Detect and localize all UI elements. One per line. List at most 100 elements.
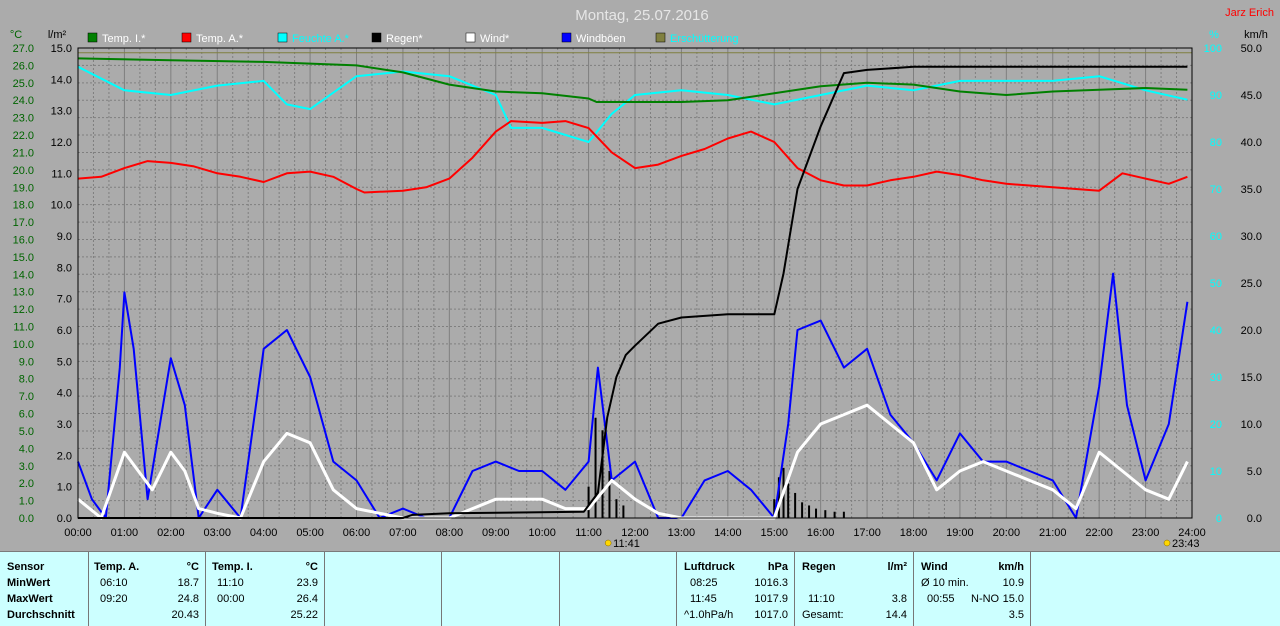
x-tick: 20:00 (993, 527, 1021, 539)
luftdruck-min-value: 1016.3 (754, 577, 788, 589)
x-tick: 01:00 (111, 527, 139, 539)
x-tick: 08:00 (436, 527, 464, 539)
rain-bar (615, 499, 618, 518)
y-tick-percent: 60 (1210, 231, 1222, 243)
y-tick-rain: 10.0 (51, 200, 72, 212)
y-tick-wind: 45.0 (1241, 90, 1262, 102)
regen-max-time: 11:10 (808, 593, 835, 605)
wind-max-time: 00:55 (927, 593, 955, 605)
y-tick-percent: 80 (1210, 137, 1222, 149)
y-tick-temp: 3.0 (19, 461, 34, 473)
x-tick: 11:00 (575, 527, 602, 539)
temp-a-unit: °C (186, 561, 199, 573)
temp-i-min-time: 11:10 (217, 577, 244, 589)
x-tick: 10:00 (528, 527, 556, 539)
legend-swatch (561, 32, 572, 43)
x-tick: 00:00 (64, 527, 92, 539)
temp-i-max-value: 26.4 (296, 593, 318, 605)
sensor-column: Sensor MinWert MaxWert Durchschnitt (0, 552, 89, 626)
wind-avg-value: 10.9 (1002, 577, 1024, 589)
y-tick-wind: 35.0 (1241, 184, 1262, 196)
wind-max-direction: N-NO (971, 593, 1000, 605)
y-tick-percent: 90 (1210, 90, 1222, 102)
y-tick-temp: 2.0 (19, 478, 34, 490)
sun-icon (1163, 539, 1171, 547)
y-tick-rain: 4.0 (57, 388, 72, 400)
luftdruck-avg-value: 1017.0 (754, 609, 788, 621)
legend-label: Wind* (480, 33, 510, 45)
x-tick: 09:00 (482, 527, 510, 539)
empty-column-1 (324, 552, 442, 626)
row-label-avg: Durchschnitt (7, 609, 75, 621)
regen-header: Regen (802, 561, 836, 573)
y-tick-temp: 21.0 (13, 147, 34, 159)
x-tick: 05:00 (296, 527, 324, 539)
x-tick: 22:00 (1085, 527, 1113, 539)
y-tick-temp: 18.0 (13, 200, 34, 212)
temp-a-max-time: 09:20 (100, 593, 128, 605)
rain-bar (587, 486, 590, 518)
rain-bar (801, 502, 804, 518)
y-tick-rain: 13.0 (51, 106, 72, 118)
rain-bar (842, 511, 845, 518)
y-tick-temp: 25.0 (13, 78, 34, 90)
x-tick: 21:00 (1039, 527, 1067, 539)
y-tick-temp: 0.0 (19, 513, 34, 525)
unit-rain: l/m² (48, 29, 67, 41)
rain-bar (815, 508, 818, 518)
y-tick-temp: 15.0 (13, 252, 34, 264)
temp-a-avg-value: 20.43 (171, 609, 199, 621)
y-tick-temp: 8.0 (19, 374, 34, 386)
unit-percent: % (1209, 29, 1219, 41)
y-tick-wind: 10.0 (1241, 419, 1262, 431)
y-tick-temp: 12.0 (13, 304, 34, 316)
y-tick-percent: 40 (1210, 325, 1222, 337)
y-tick-temp: 6.0 (19, 409, 34, 421)
legend-label: Temp. A.* (196, 33, 244, 45)
temp-a-header: Temp. A. (94, 561, 140, 573)
luftdruck-unit: hPa (767, 561, 788, 573)
legend-swatch (465, 32, 476, 43)
y-tick-temp: 16.0 (13, 234, 34, 246)
unit-temp: °C (10, 29, 22, 41)
y-tick-temp: 22.0 (13, 130, 34, 142)
x-tick: 19:00 (946, 527, 974, 539)
y-tick-rain: 14.0 (51, 74, 72, 86)
sun-time-label: 11:41 (613, 538, 640, 550)
x-axis: 00:00 01:00 02:00 03:00 04:00 05:00 06:00 07:00… (64, 527, 1206, 550)
y-tick-temp: 1.0 (19, 496, 34, 508)
y-tick-temp: 4.0 (19, 443, 34, 455)
y-tick-wind: 50.0 (1241, 43, 1262, 55)
sensor-header: Sensor (7, 561, 45, 573)
rain-bar (608, 471, 611, 518)
regen-max-value: 3.8 (891, 593, 907, 605)
x-tick: 03:00 (203, 527, 231, 539)
y-tick-temp: 10.0 (13, 339, 34, 351)
y-tick-wind: 0.0 (1247, 513, 1262, 525)
legend-swatch (371, 32, 382, 43)
unit-wind: km/h (1244, 29, 1268, 41)
temp-i-avg-value: 25.22 (290, 609, 318, 621)
x-tick: 18:00 (900, 527, 928, 539)
y-tick-temp: 14.0 (13, 269, 34, 281)
temp-a-max-value: 24.8 (177, 593, 199, 605)
regen-column: Regen l/m² 11:10 3.8 Gesamt: 14.4 (794, 552, 914, 626)
y-tick-rain: 3.0 (57, 419, 72, 431)
y-tick-temp: 11.0 (13, 322, 34, 334)
y-tick-temp: 17.0 (13, 217, 34, 229)
luftdruck-max-value: 1017.9 (754, 593, 788, 605)
y-tick-rain: 11.0 (51, 168, 72, 180)
temp-a-min-time: 06:10 (100, 577, 128, 589)
temp-a-column: Temp. A. °C 06:10 18.7 09:20 24.8 20.43 (88, 552, 206, 626)
legend-label: Regen* (386, 33, 423, 45)
rain-bar (794, 492, 797, 518)
wind-unit: km/h (998, 561, 1024, 573)
y-tick-temp: 13.0 (13, 287, 34, 299)
x-tick: 17:00 (853, 527, 881, 539)
author-label: Jarz Erich (1225, 7, 1274, 19)
y-tick-wind: 15.0 (1241, 372, 1262, 384)
x-tick: 14:00 (714, 527, 742, 539)
rain-bar (622, 505, 625, 518)
y-tick-rain: 6.0 (57, 325, 72, 337)
y-tick-percent: 100 (1204, 43, 1222, 55)
